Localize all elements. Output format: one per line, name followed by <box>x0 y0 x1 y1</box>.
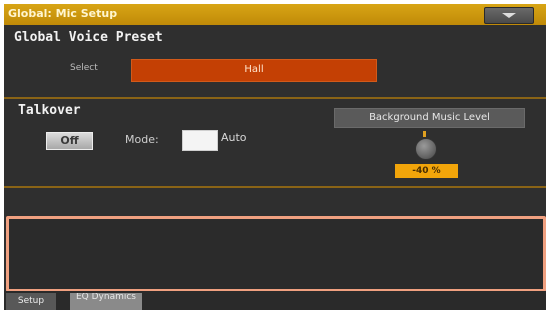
background-level-value: -40 % <box>395 164 458 178</box>
title-bar: Global: Mic Setup <box>4 4 546 25</box>
page-menu-button[interactable] <box>484 7 534 24</box>
voice-preset-heading: Global Voice Preset <box>14 30 163 45</box>
chevron-down-icon <box>502 13 516 18</box>
talkover-heading: Talkover <box>18 103 81 118</box>
section-divider <box>4 97 546 99</box>
knob-indicator <box>423 131 426 137</box>
message-panel <box>6 216 546 292</box>
mode-value: Auto <box>221 131 247 144</box>
select-label: Select <box>70 63 98 73</box>
tab-strip: Setup EQ Dynamics <box>4 291 546 310</box>
voice-preset-select[interactable]: Hall <box>131 59 377 82</box>
section-divider <box>4 186 546 188</box>
voice-preset-value: Hall <box>244 64 264 75</box>
tab-eq-dynamics[interactable]: EQ Dynamics <box>70 293 142 310</box>
window-title: Global: Mic Setup <box>8 7 118 20</box>
talkover-toggle-button[interactable]: Off <box>46 132 93 150</box>
background-level-knob[interactable] <box>415 138 437 160</box>
mode-label: Mode: <box>125 133 159 146</box>
tab-setup[interactable]: Setup <box>6 293 56 310</box>
background-level-label: Background Music Level <box>334 108 525 128</box>
mic-setup-screen: Global: Mic Setup Global Voice Preset Se… <box>4 4 546 310</box>
mode-checkbox[interactable] <box>182 130 218 151</box>
